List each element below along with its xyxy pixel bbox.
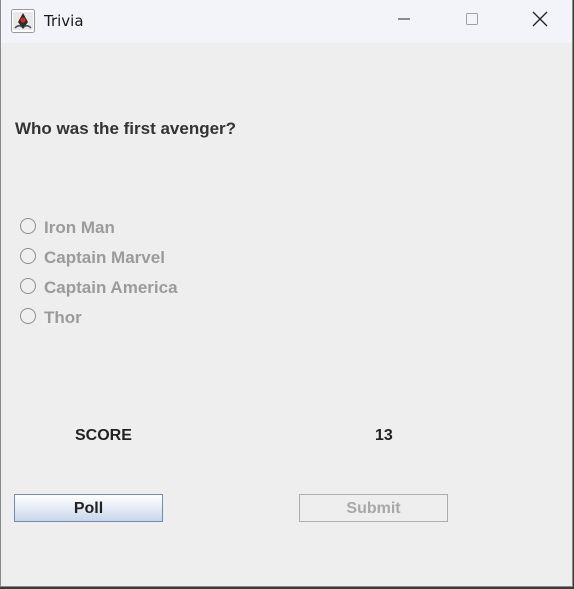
title-bar[interactable]: Trivia [1, 0, 572, 43]
trivia-window: Trivia Who was the first avenger? Iron M… [0, 0, 573, 587]
option-label: Captain America [44, 278, 178, 297]
score-label: SCORE [75, 427, 132, 444]
question-text: Who was the first avenger? [15, 119, 237, 138]
option-label: Captain Marvel [44, 248, 165, 267]
maximize-button[interactable] [438, 0, 506, 43]
radio-button[interactable] [20, 308, 36, 324]
option-iron-man[interactable]: Iron Man [19, 213, 178, 243]
poll-button[interactable]: Poll [14, 494, 163, 522]
option-thor[interactable]: Thor [19, 303, 178, 333]
radio-button[interactable] [20, 218, 36, 234]
option-captain-america[interactable]: Captain America [19, 273, 178, 303]
radio-button[interactable] [20, 278, 36, 294]
close-button[interactable] [506, 0, 574, 43]
option-label: Thor [44, 308, 82, 327]
minimize-icon [396, 11, 412, 32]
maximize-icon [464, 11, 480, 32]
submit-button[interactable]: Submit [299, 494, 448, 522]
radio-button[interactable] [20, 248, 36, 264]
score-value: 13 [375, 427, 393, 444]
minimize-button[interactable] [370, 0, 438, 43]
content-panel: Who was the first avenger? Iron Man Capt… [1, 43, 572, 587]
option-captain-marvel[interactable]: Captain Marvel [19, 243, 178, 273]
window-title: Trivia [44, 12, 84, 30]
java-duke-icon [11, 9, 35, 33]
option-label: Iron Man [44, 218, 115, 237]
close-icon [531, 10, 549, 33]
answer-options: Iron Man Captain Marvel Captain America … [19, 213, 178, 333]
